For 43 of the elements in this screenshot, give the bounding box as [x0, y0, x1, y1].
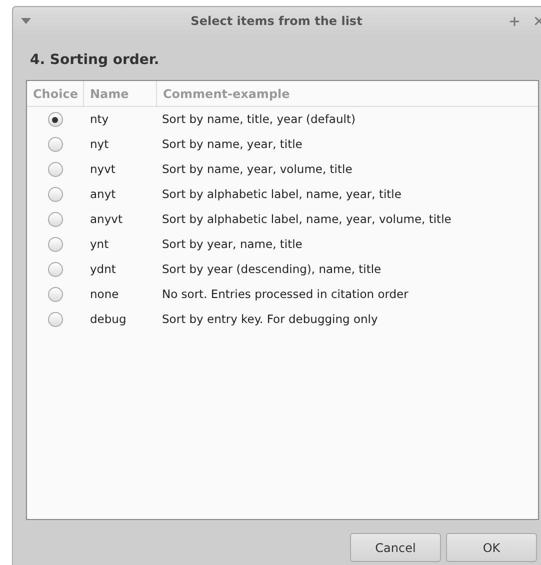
- comment-cell-text: Sort by name, title, year (default): [161, 110, 356, 128]
- comment-cell-text: Sort by alphabetic label, name, year, title: [161, 186, 402, 203]
- radio-button[interactable]: [48, 187, 62, 202]
- comment-cell-text: Sort by name, year, title: [161, 136, 302, 153]
- name-cell-text: anyt: [89, 186, 117, 203]
- name-cell-text: anyvt: [89, 210, 124, 228]
- name-cell-text: debug: [89, 310, 128, 328]
- radio-button[interactable]: [48, 212, 62, 227]
- radio-button[interactable]: [48, 237, 62, 252]
- comment-cell-text: No sort. Entries processed in citation order: [161, 286, 408, 303]
- name-cell-text: nty: [89, 110, 110, 128]
- radio-button[interactable]: [48, 137, 62, 152]
- table-row[interactable]: ynt Sort by year, name, title: [27, 232, 538, 257]
- comment-cell-text: Sort by entry key. For debugging only: [161, 310, 378, 328]
- table-row[interactable]: anyt Sort by alphabetic label, name, year, title: [27, 182, 538, 207]
- window-title: Select items from the list: [190, 13, 364, 30]
- add-icon[interactable]: [510, 16, 519, 26]
- comment-cell-text: Sort by year, name, title: [161, 236, 302, 253]
- name-cell-text: nyvt: [89, 160, 116, 178]
- table-row[interactable]: none No sort. Entries processed in citation order: [27, 282, 538, 307]
- table-row[interactable]: nyvt Sort by name, year, volume, title: [27, 157, 538, 182]
- name-cell-text: none: [89, 286, 120, 303]
- table-row[interactable]: nty Sort by name, title, year (default): [27, 107, 538, 132]
- cancel-button[interactable]: Cancel: [350, 533, 441, 562]
- radio-button[interactable]: [48, 262, 62, 277]
- close-icon[interactable]: [535, 17, 541, 25]
- comment-cell-text: Sort by alphabetic label, name, year, volume, title: [161, 210, 452, 228]
- name-cell-text: ynt: [89, 236, 110, 253]
- table-row[interactable]: ydnt Sort by year (descending), name, title: [27, 257, 538, 282]
- name-cell-text: ydnt: [89, 260, 117, 278]
- comment-cell-text: Sort by year (descending), name, title: [161, 260, 382, 278]
- radio-button[interactable]: [48, 287, 62, 302]
- section-heading: 4. Sorting order.: [30, 52, 160, 68]
- name-cell-text: nyt: [89, 136, 110, 153]
- dropdown-icon[interactable]: [21, 18, 31, 24]
- table-row[interactable]: nyt Sort by name, year, title: [27, 132, 538, 157]
- table-row[interactable]: debug Sort by entry key. For debugging only: [27, 307, 538, 332]
- radio-button[interactable]: [48, 112, 62, 127]
- ok-button[interactable]: OK: [446, 533, 537, 562]
- radio-button[interactable]: [48, 162, 62, 177]
- table-row[interactable]: anyvt Sort by alphabetic label, name, year, volume, title: [27, 207, 538, 232]
- radio-button[interactable]: [48, 312, 62, 327]
- comment-cell-text: Sort by name, year, volume, title: [161, 160, 352, 178]
